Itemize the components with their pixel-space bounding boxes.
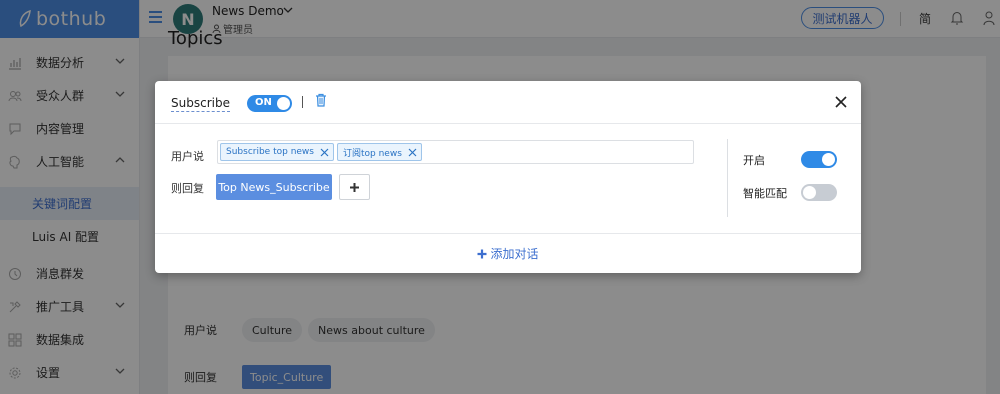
keyword-tag: 订阅top news <box>336 143 422 161</box>
keyword-tag: Subscribe top news <box>220 143 334 161</box>
close-icon[interactable] <box>408 148 417 157</box>
modal-header: Subscribe ON <box>155 81 861 124</box>
user-says-label: 用户说 <box>171 150 204 163</box>
add-dialog-label: 添加对话 <box>490 247 539 261</box>
enable-label: 开启 <box>743 154 765 167</box>
close-icon[interactable] <box>320 148 329 157</box>
toggle-label: ON <box>255 97 272 108</box>
keyword-tag-text: 订阅top news <box>342 148 402 159</box>
modal-body: 用户说 Subscribe top news 订阅top news 则回复 To… <box>155 124 861 234</box>
enable-toggle[interactable] <box>801 151 837 168</box>
add-reply-button[interactable] <box>339 174 370 200</box>
subscribe-toggle[interactable]: ON <box>247 95 292 112</box>
header-divider <box>302 96 303 108</box>
smart-match-label: 智能匹配 <box>743 187 787 200</box>
user-says-input[interactable]: Subscribe top news 订阅top news <box>217 140 694 164</box>
reply-topic-button[interactable]: Top News_Subscribe <box>216 174 332 200</box>
plus-icon <box>350 182 359 192</box>
plus-icon <box>477 249 487 258</box>
keyword-tag-text: Subscribe top news <box>226 147 314 157</box>
reply-label: 则回复 <box>171 182 204 195</box>
toggle-knob <box>803 186 816 199</box>
smart-match-toggle[interactable] <box>801 184 837 201</box>
edit-keyword-modal: Subscribe ON 用户说 Subscribe top news 订阅to… <box>155 81 861 273</box>
vertical-divider <box>727 139 728 217</box>
modal-title[interactable]: Subscribe <box>171 96 230 112</box>
trash-icon[interactable] <box>315 93 327 107</box>
add-dialog-button[interactable]: 添加对话 <box>155 234 861 273</box>
toggle-knob <box>277 97 290 110</box>
toggle-knob <box>822 153 835 166</box>
close-icon[interactable] <box>834 95 848 109</box>
